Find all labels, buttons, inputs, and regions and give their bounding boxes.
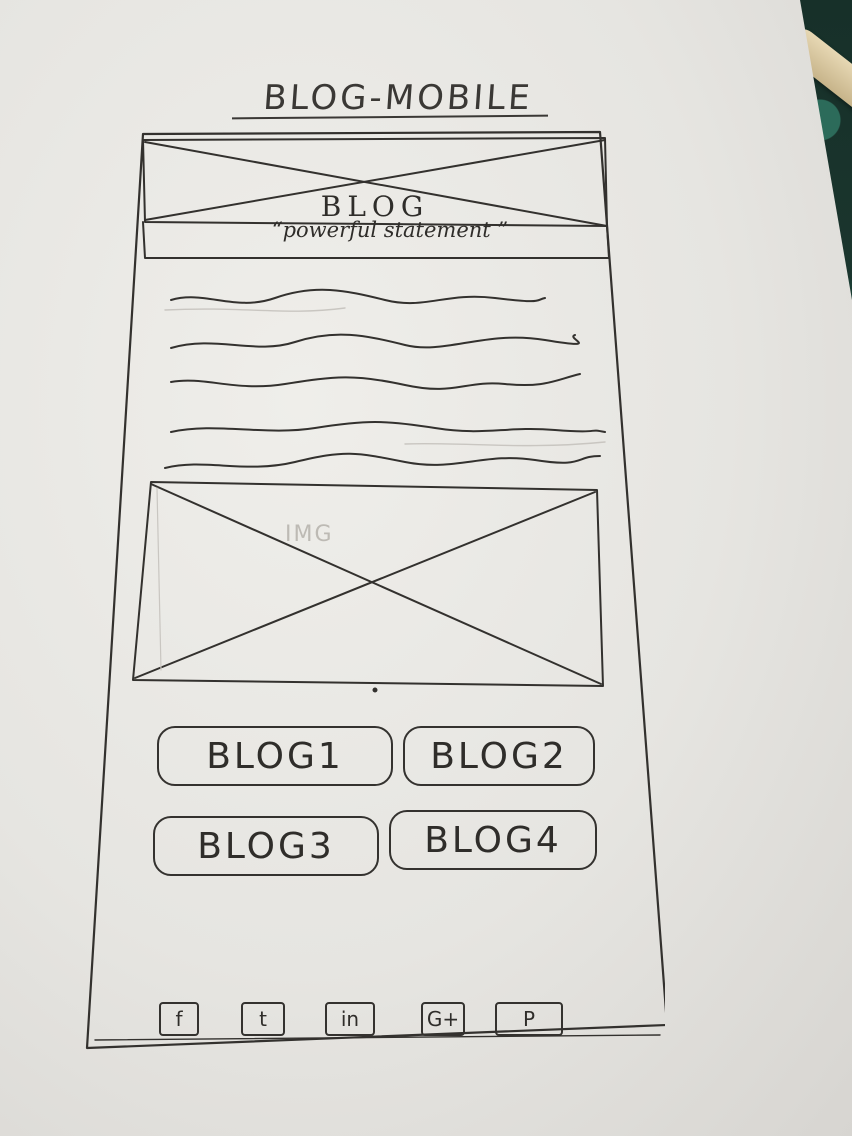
blog-tagline: “powerful statement ” — [271, 218, 509, 242]
text-line-4 — [170, 421, 606, 433]
text-line-5 — [164, 452, 601, 469]
blog-link-2[interactable]: BLOG2 — [403, 726, 595, 786]
photo-scene: BLOG-MOBILE BLOG “powerful statement ” I… — [0, 0, 852, 1136]
text-line-2 — [170, 333, 580, 349]
blog-link-4[interactable]: BLOG4 — [389, 810, 597, 870]
phone-outline — [85, 130, 665, 1050]
twitter-icon[interactable]: t — [241, 1002, 285, 1036]
facebook-icon[interactable]: f — [159, 1002, 199, 1036]
text-line-3 — [170, 373, 581, 390]
google-plus-icon[interactable]: G+ — [421, 1002, 465, 1036]
pinterest-icon[interactable]: P — [495, 1002, 563, 1036]
content-image-label: IMG — [285, 522, 334, 547]
content-image-cross-1 — [150, 483, 602, 685]
linkedin-icon[interactable]: in — [325, 1002, 375, 1036]
blog-link-3[interactable]: BLOG3 — [153, 816, 379, 876]
paper-sheet: BLOG-MOBILE BLOG “powerful statement ” I… — [0, 0, 852, 1136]
wireframe-lines — [85, 130, 665, 1050]
sketch-title: BLOG-MOBILE — [261, 78, 535, 118]
text-line-1 — [170, 288, 546, 304]
mobile-wireframe: BLOG “powerful statement ” IMG BLOG1 BLO… — [85, 130, 665, 1050]
blog-link-1[interactable]: BLOG1 — [157, 726, 393, 786]
